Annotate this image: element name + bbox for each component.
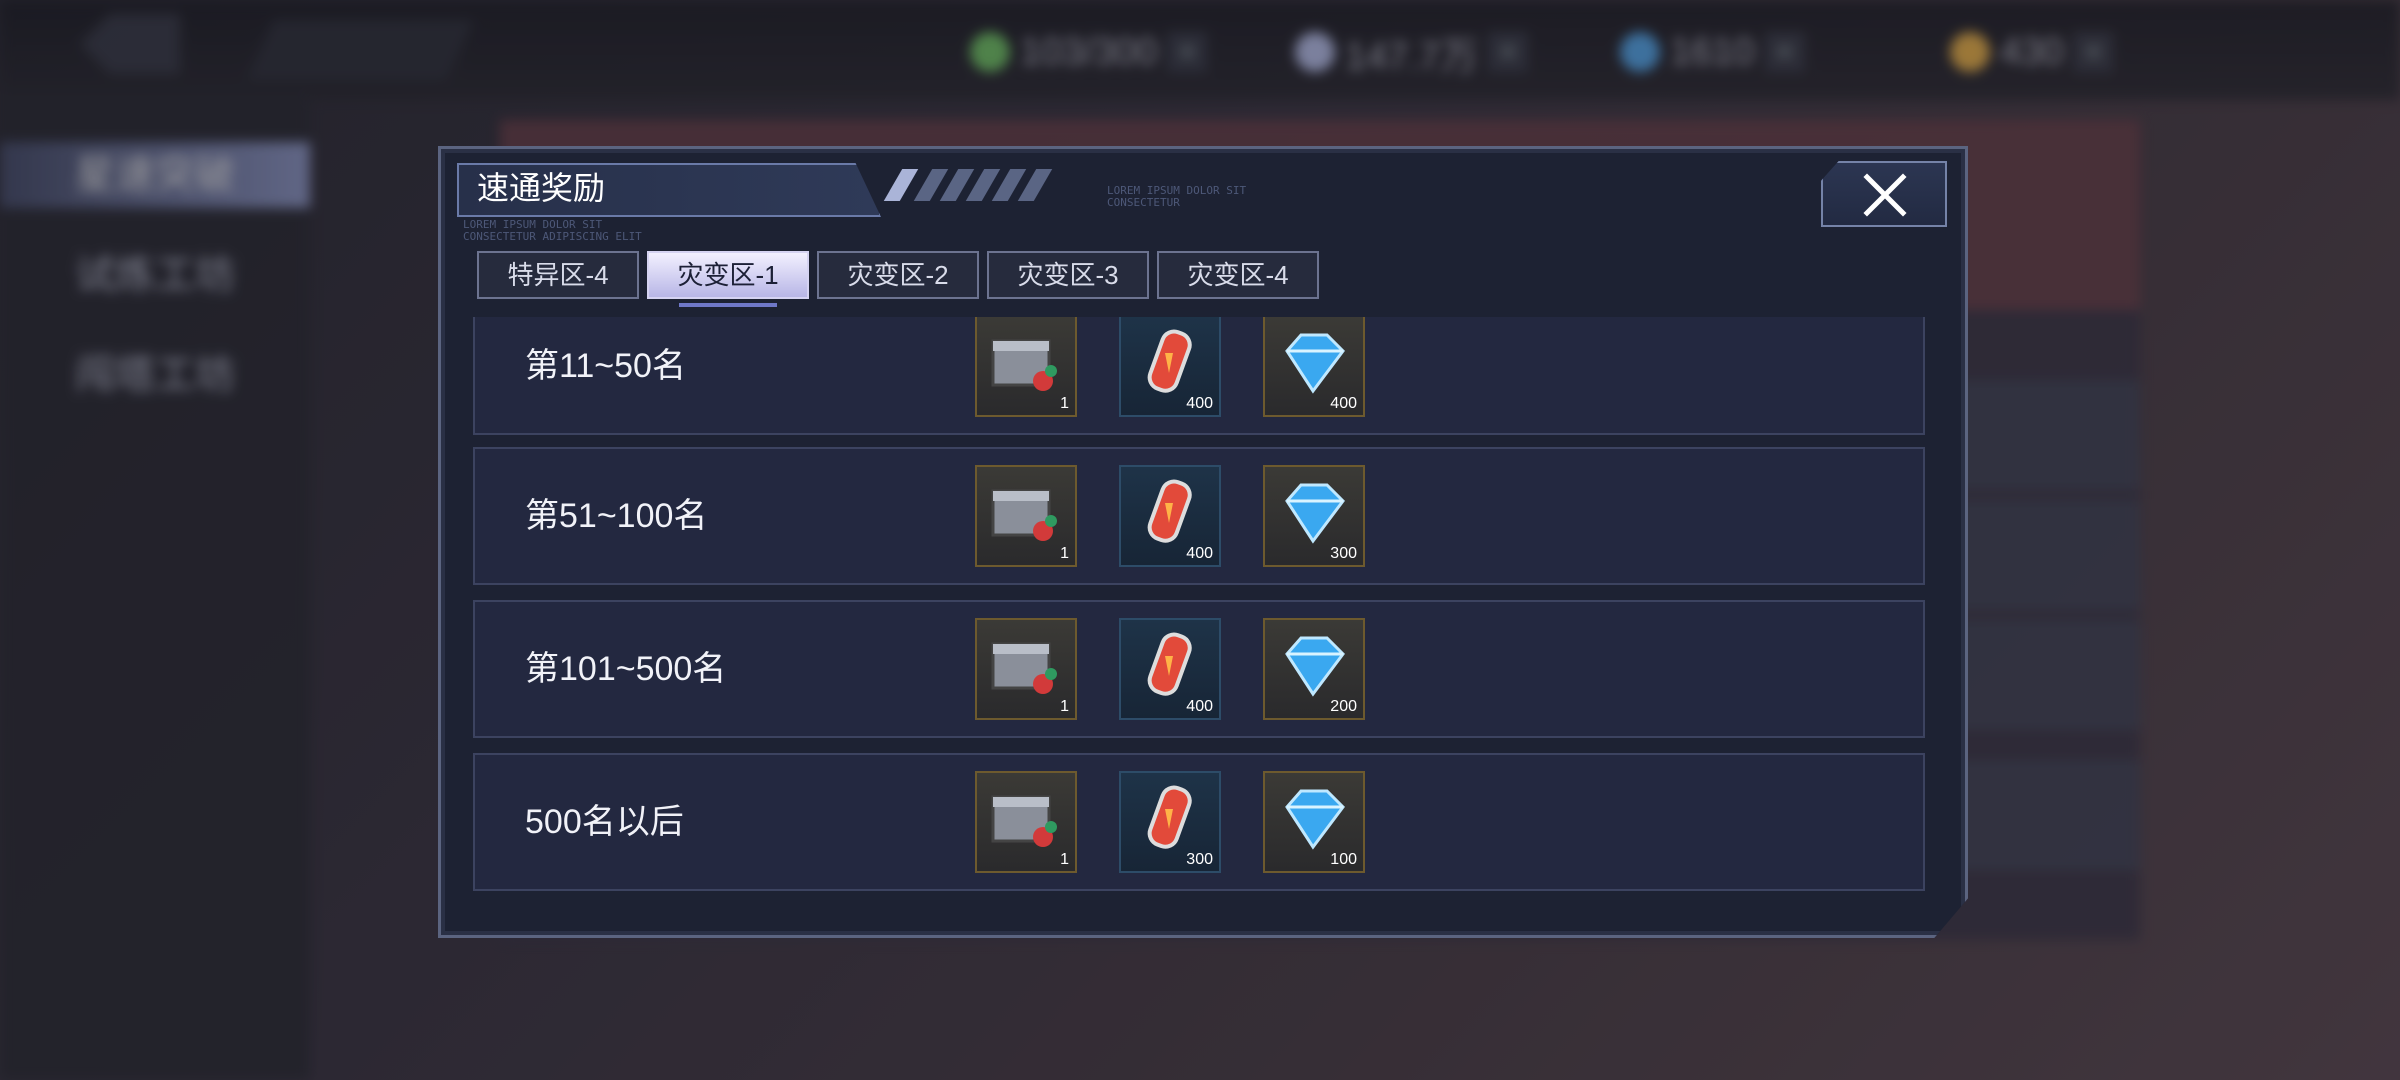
diamond-icon	[1285, 789, 1345, 850]
tab-disaster-zone-3[interactable]: 灾变区-3	[987, 251, 1149, 299]
reward-item[interactable]: 400	[1263, 317, 1365, 417]
decorative-stripe	[883, 169, 919, 201]
diamond-icon	[1285, 333, 1345, 394]
reward-row: 第101~500名 1 400 200	[473, 600, 1925, 738]
reward-count: 300	[1186, 851, 1213, 868]
reward-count: 400	[1186, 698, 1213, 715]
reward-count: 1	[1060, 698, 1069, 715]
diamond-icon	[1285, 636, 1345, 697]
reward-count: 200	[1330, 698, 1357, 715]
tab-special-zone-4[interactable]: 特异区-4	[477, 251, 639, 299]
energy-capsule-icon	[1147, 479, 1192, 543]
energy-capsule-icon	[1147, 632, 1192, 696]
reward-item[interactable]: 200	[1263, 618, 1365, 720]
reward-count: 400	[1330, 395, 1357, 412]
rank-label: 第11~50名	[525, 347, 686, 385]
reward-count: 300	[1330, 545, 1357, 562]
reward-item[interactable]: 300	[1263, 465, 1365, 567]
tech-chest-icon	[991, 642, 1057, 694]
reward-count: 400	[1186, 395, 1213, 412]
reward-item[interactable]: 400	[1119, 618, 1221, 720]
reward-count: 400	[1186, 545, 1213, 562]
tab-disaster-zone-2[interactable]: 灾变区-2	[817, 251, 979, 299]
reward-item[interactable]: 400	[1119, 317, 1221, 417]
decorative-caption: LOREM IPSUM DOLOR SIT CONSECTETUR	[1107, 184, 1247, 209]
rank-label: 第101~500名	[525, 650, 727, 688]
speedrun-reward-dialog: 速通奖励 LOREM IPSUM DOLOR SIT CONSECTETUR L…	[438, 146, 1968, 938]
reward-item[interactable]: 100	[1263, 771, 1365, 873]
reward-item[interactable]: 1	[975, 618, 1077, 720]
rank-label: 第51~100名	[525, 497, 708, 535]
reward-item[interactable]: 1	[975, 771, 1077, 873]
reward-item[interactable]: 1	[975, 465, 1077, 567]
reward-count: 1	[1060, 395, 1069, 412]
reward-item[interactable]: 300	[1119, 771, 1221, 873]
reward-list[interactable]: 第11~50名 1 400 400 第51~100名 1 400 300 第10…	[473, 317, 1925, 907]
reward-count: 1	[1060, 545, 1069, 562]
close-icon	[1863, 173, 1907, 217]
reward-item[interactable]: 400	[1119, 465, 1221, 567]
energy-capsule-icon	[1147, 329, 1192, 393]
zone-tabs: 特异区-4 灾变区-1 灾变区-2 灾变区-3 灾变区-4	[477, 251, 1319, 307]
energy-capsule-icon	[1147, 785, 1192, 849]
reward-row: 500名以后 1 300 100	[473, 753, 1925, 891]
rank-label: 500名以后	[525, 803, 684, 841]
reward-item[interactable]: 1	[975, 317, 1077, 417]
tab-disaster-zone-1[interactable]: 灾变区-1	[647, 251, 809, 307]
tech-chest-icon	[991, 339, 1057, 391]
reward-count: 100	[1330, 851, 1357, 868]
tech-chest-icon	[991, 795, 1057, 847]
diamond-icon	[1285, 483, 1345, 544]
tab-disaster-zone-4[interactable]: 灾变区-4	[1157, 251, 1319, 299]
dialog-title: 速通奖励	[477, 170, 606, 206]
reward-count: 1	[1060, 851, 1069, 868]
decorative-caption: LOREM IPSUM DOLOR SIT CONSECTETUR ADIPIS…	[463, 218, 642, 243]
tech-chest-icon	[991, 489, 1057, 541]
reward-row: 第11~50名 1 400 400	[473, 317, 1925, 435]
close-button[interactable]	[1821, 161, 1947, 227]
reward-row: 第51~100名 1 400 300	[473, 447, 1925, 585]
